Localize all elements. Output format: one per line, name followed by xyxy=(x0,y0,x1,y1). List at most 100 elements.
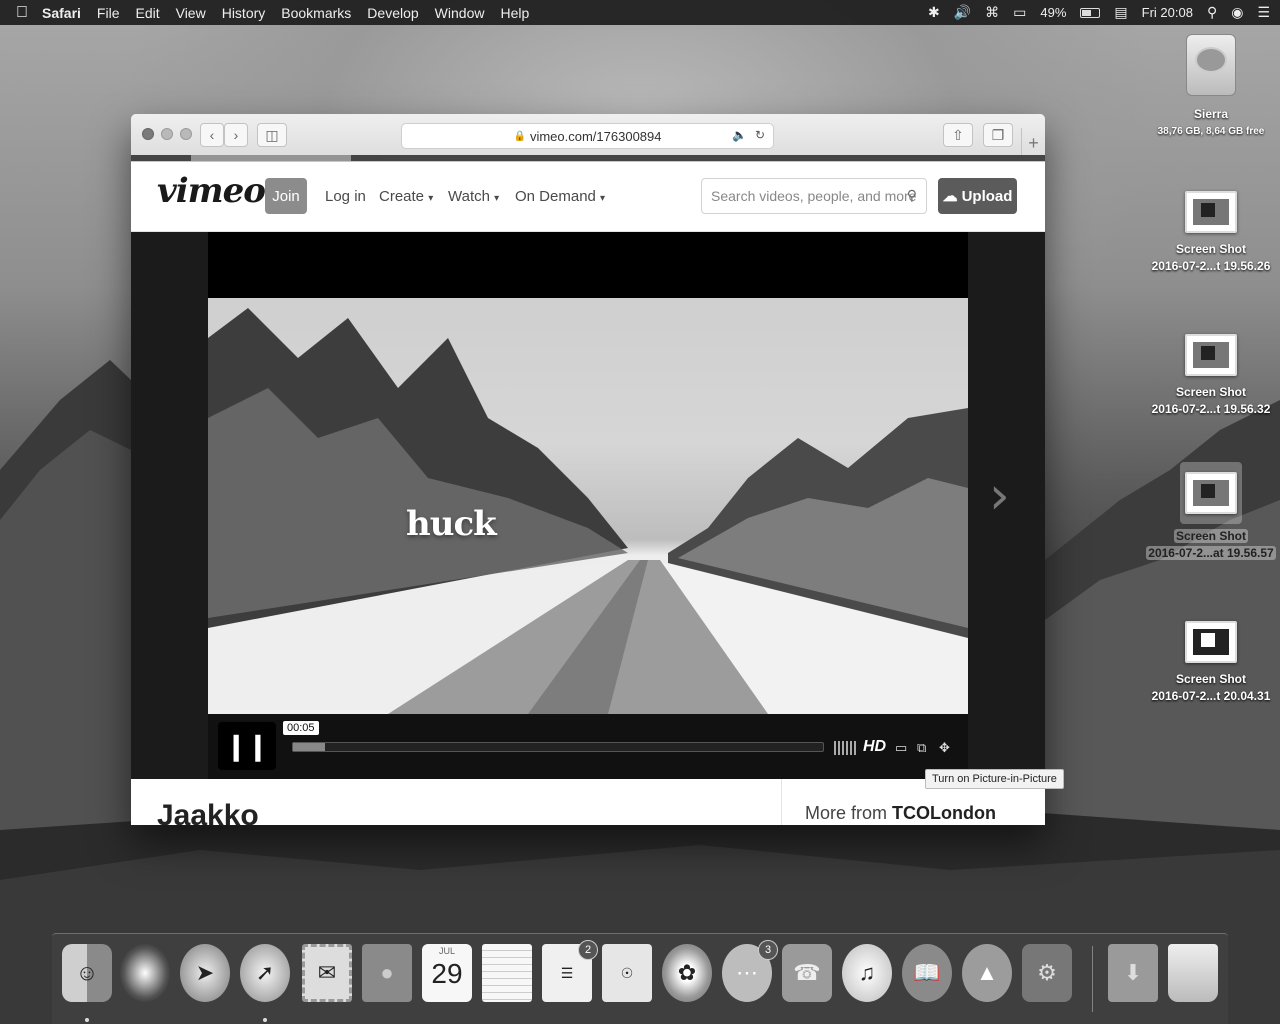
running-indicator xyxy=(263,1018,267,1022)
input-source-icon[interactable]: ▤ xyxy=(1114,4,1127,21)
menu-file[interactable]: File xyxy=(97,5,120,21)
desktop-file-1[interactable]: Screen Shot 2016-07-2...t 19.56.26 xyxy=(1141,191,1280,275)
desktop-drive-sierra[interactable]: Sierra 38,76 GB, 8,64 GB free xyxy=(1141,34,1280,140)
fullscreen-button[interactable]: ✥ xyxy=(939,740,950,756)
airplay-button[interactable]: ▭ xyxy=(895,740,907,756)
more-from-user-link[interactable]: TCOLondon xyxy=(892,803,996,823)
forward-button[interactable]: › xyxy=(224,123,248,147)
finder-icon[interactable]: ☺ xyxy=(62,944,112,1002)
fullscreen-icon: ✥ xyxy=(939,740,950,755)
facetime-icon[interactable]: ☎ xyxy=(782,944,832,1002)
airplay-icon: ▭ xyxy=(895,740,908,755)
volume-icon[interactable]: 🔊 xyxy=(954,4,971,21)
search-input[interactable]: Search videos, people, and more ⚲ xyxy=(701,178,927,214)
menu-app-name[interactable]: Safari xyxy=(42,5,81,21)
pause-icon: ❙❙ xyxy=(225,730,269,761)
app-store-icon[interactable]: ▲ xyxy=(962,944,1012,1002)
apple-menu-icon[interactable]:  xyxy=(16,4,28,22)
volume-control[interactable] xyxy=(834,741,856,755)
menu-bar:  Safari File Edit View History Bookmark… xyxy=(0,0,1280,25)
more-from-heading: More from TCOLondon xyxy=(805,803,996,824)
maps-icon[interactable]: ☉ xyxy=(602,944,652,1002)
file-detail: 2016-07-2...t 20.04.31 xyxy=(1151,689,1271,703)
menu-bookmarks[interactable]: Bookmarks xyxy=(281,5,351,21)
picture-in-picture-button[interactable]: ⧉ xyxy=(917,740,926,756)
address-bar[interactable]: 🔒 vimeo.com/176300894 🔈 ↻ xyxy=(401,123,774,149)
minimize-button[interactable] xyxy=(161,128,173,140)
menu-help[interactable]: Help xyxy=(500,5,529,21)
messages-icon[interactable]: ⋯ 3 xyxy=(722,940,778,1002)
contacts-icon[interactable]: ● xyxy=(362,944,412,1002)
siri-icon[interactable] xyxy=(120,944,170,1002)
vimeo-logo[interactable]: vimeo xyxy=(157,171,266,211)
column-divider xyxy=(781,779,782,825)
file-name: Screen Shot xyxy=(1173,529,1249,543)
audio-icon[interactable]: 🔈 xyxy=(732,128,747,142)
photos-icon[interactable]: ✿ xyxy=(662,944,712,1002)
menu-clock[interactable]: Fri 20:08 xyxy=(1142,5,1193,20)
itunes-icon[interactable]: ♫ xyxy=(842,944,892,1002)
more-from-label: More from xyxy=(805,803,888,823)
current-time-label: 00:05 xyxy=(283,721,319,735)
upload-button[interactable]: ☁ Upload xyxy=(938,178,1017,214)
menu-view[interactable]: View xyxy=(176,5,206,21)
launchpad-icon[interactable]: ➤ xyxy=(180,944,230,1002)
menu-develop[interactable]: Develop xyxy=(367,5,418,21)
safari-icon[interactable]: ➚ xyxy=(240,944,290,1002)
trash-icon[interactable] xyxy=(1168,944,1218,1002)
notification-center-icon[interactable]: ☰ xyxy=(1257,4,1270,21)
login-link[interactable]: Log in xyxy=(325,188,366,205)
hard-drive-icon xyxy=(1186,34,1236,96)
wifi-icon[interactable]: ⌘ xyxy=(985,4,999,21)
hd-toggle[interactable]: HD xyxy=(863,738,886,756)
watch-label: Watch xyxy=(448,188,490,205)
siri-icon[interactable]: ◉ xyxy=(1231,4,1243,21)
calendar-icon[interactable]: JUL 29 xyxy=(422,944,472,1002)
calendar-month: JUL xyxy=(438,946,455,956)
spotlight-icon[interactable]: ⚲ xyxy=(1207,4,1217,21)
menu-window[interactable]: Window xyxy=(435,5,485,21)
battery-icon[interactable] xyxy=(1080,7,1101,18)
search-icon: ⚲ xyxy=(906,187,917,203)
search-placeholder: Search videos, people, and more xyxy=(711,188,917,204)
menu-edit[interactable]: Edit xyxy=(135,5,159,21)
notes-icon[interactable] xyxy=(482,944,532,1002)
zoom-button[interactable] xyxy=(180,128,192,140)
next-video-button[interactable]: › xyxy=(989,470,1010,522)
on-demand-menu[interactable]: On Demand ▾ xyxy=(515,188,605,205)
share-button[interactable]: ⇧ xyxy=(943,123,973,147)
close-button[interactable] xyxy=(142,128,154,140)
reload-icon[interactable]: ↻ xyxy=(755,128,765,142)
desktop-file-3[interactable]: Screen Shot 2016-07-2...at 19.56.57 xyxy=(1141,462,1280,562)
back-button[interactable]: ‹ xyxy=(200,123,224,147)
system-preferences-icon[interactable]: ⚙ xyxy=(1022,944,1072,1002)
reminders-icon[interactable]: ☰ 2 xyxy=(542,940,598,1002)
mail-stamp-icon[interactable]: ✉ xyxy=(302,944,352,1002)
tabs-overview-button[interactable]: ❐ xyxy=(983,123,1013,147)
battery-percent[interactable]: 49% xyxy=(1040,5,1066,20)
bluetooth-icon[interactable]: ✱ xyxy=(928,4,940,21)
video-player[interactable]: huck ❙❙ 00:05 HD ▭ ⧉ ✥ xyxy=(208,232,968,779)
downloads-folder-icon[interactable]: ⬇ xyxy=(1108,944,1158,1002)
pause-button[interactable]: ❙❙ xyxy=(218,722,276,770)
sidebar-button[interactable]: ◫ xyxy=(257,123,287,147)
file-name: Screen Shot xyxy=(1175,385,1247,399)
progress-bar[interactable] xyxy=(292,742,824,752)
airplay-icon[interactable]: ▭ xyxy=(1013,4,1026,21)
cloud-upload-icon: ☁ xyxy=(942,188,958,205)
dock-separator xyxy=(1092,946,1093,1012)
desktop-file-4[interactable]: Screen Shot 2016-07-2...t 20.04.31 xyxy=(1141,621,1280,705)
menu-history[interactable]: History xyxy=(222,5,266,21)
new-tab-button[interactable]: + xyxy=(1021,128,1045,158)
watch-menu[interactable]: Watch ▾ xyxy=(448,188,499,205)
calendar-day: 29 xyxy=(431,958,463,989)
join-button[interactable]: Join xyxy=(265,178,307,214)
ibooks-icon[interactable]: 📖 xyxy=(902,944,952,1002)
video-overlay-text: huck xyxy=(406,504,497,544)
video-frame[interactable]: huck xyxy=(208,298,968,714)
desktop-file-2[interactable]: Screen Shot 2016-07-2...t 19.56.32 xyxy=(1141,334,1280,418)
screenshot-thumbnail-icon xyxy=(1185,472,1237,514)
video-scene xyxy=(208,308,968,714)
dock: ☺ ➤ ➚ ✉ ● JUL 29 ☰ 2 ☉ ✿ ⋯ 3 ☎ ♫ 📖 ▲ ⚙ ⬇ xyxy=(52,933,1228,1024)
create-menu[interactable]: Create ▾ xyxy=(379,188,433,205)
